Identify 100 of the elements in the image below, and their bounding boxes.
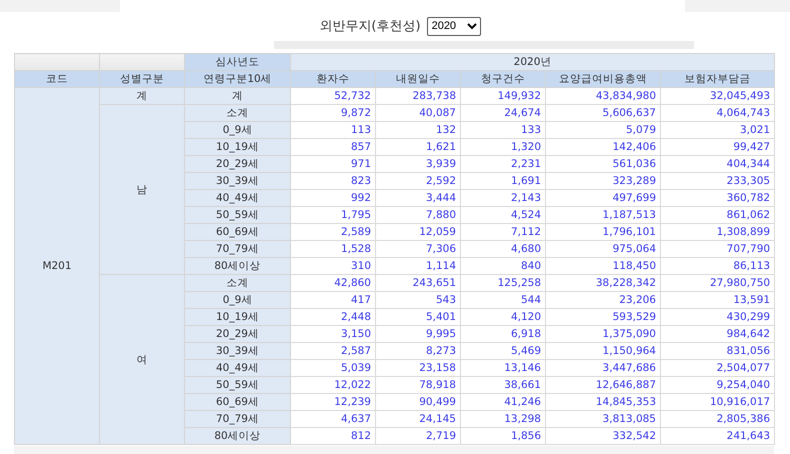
- table-cell: 142,406: [546, 138, 660, 156]
- table-cell: 283,738: [376, 88, 460, 104]
- table-cell: 23,158: [376, 360, 460, 376]
- table-cell: 543: [376, 292, 460, 308]
- table-cell: 5,079: [546, 122, 660, 138]
- table-cell: 1,150,964: [546, 342, 660, 360]
- table-cell: 861,062: [660, 206, 775, 224]
- table-cell: 430,299: [660, 308, 775, 326]
- table-cell: 13,298: [460, 410, 546, 428]
- table-cell: 1,856: [460, 428, 546, 444]
- table-cell: 1,320: [460, 138, 546, 156]
- table-cell: 7,306: [376, 240, 460, 258]
- page-title: 외반무지(후천성): [319, 18, 421, 35]
- column-header: 내원일수: [376, 70, 460, 88]
- table-cell: 6,918: [460, 326, 546, 342]
- table-cell: 38,661: [460, 376, 546, 394]
- table-cell: 3,444: [376, 190, 460, 206]
- table-cell: 2,589: [290, 224, 376, 240]
- table-cell: 2,592: [376, 172, 460, 190]
- table-cell: 5,039: [290, 360, 376, 376]
- sex-cell: 여: [100, 274, 184, 444]
- table-cell: 12,022: [290, 376, 376, 394]
- table-cell: 5,401: [376, 308, 460, 326]
- table-cell: 8,273: [376, 342, 460, 360]
- table-cell: 3,813,085: [546, 410, 660, 428]
- column-header: 심사년도: [184, 54, 290, 70]
- table-cell: 4,680: [460, 240, 546, 258]
- table-cell: 823: [290, 172, 376, 190]
- table-cell: 332,542: [546, 428, 660, 444]
- table-cell: 86,113: [660, 258, 775, 274]
- age-cell: 60_69세: [184, 394, 290, 410]
- code-cell: M201: [14, 88, 100, 444]
- table-cell: 113: [290, 122, 376, 138]
- table-cell: 12,059: [376, 224, 460, 240]
- table-cell: 24,674: [460, 104, 546, 122]
- table-cell: 2,143: [460, 190, 546, 206]
- age-cell: 20_29세: [184, 156, 290, 172]
- column-header: 보험자부담금: [660, 70, 775, 88]
- table-cell: 241,643: [660, 428, 775, 444]
- column-header: 2020년: [290, 54, 775, 70]
- table-cell: 4,524: [460, 206, 546, 224]
- table-cell: 404,344: [660, 156, 775, 172]
- table-cell: 2,719: [376, 428, 460, 444]
- table-cell: 4,637: [290, 410, 376, 428]
- table-cell: 323,289: [546, 172, 660, 190]
- table-cell: 2,231: [460, 156, 546, 172]
- table-cell: 812: [290, 428, 376, 444]
- table-cell: 593,529: [546, 308, 660, 326]
- age-cell: 60_69세: [184, 224, 290, 240]
- table-cell: 544: [460, 292, 546, 308]
- table-cell: 243,651: [376, 274, 460, 292]
- sex-cell: 계: [100, 88, 184, 104]
- age-cell: 소계: [184, 104, 290, 122]
- table-cell: 1,795: [290, 206, 376, 224]
- age-cell: 40_49세: [184, 190, 290, 206]
- column-header: 성별구분: [100, 70, 184, 88]
- age-cell: 30_39세: [184, 342, 290, 360]
- table-cell: 1,621: [376, 138, 460, 156]
- table-cell: 9,254,040: [660, 376, 775, 394]
- table-cell: 5,606,637: [546, 104, 660, 122]
- table-cell: 4,120: [460, 308, 546, 326]
- age-cell: 50_59세: [184, 206, 290, 224]
- table-cell: 27,980,750: [660, 274, 775, 292]
- table-cell: 975,064: [546, 240, 660, 258]
- age-cell: 0_9세: [184, 292, 290, 308]
- table-cell: 360,782: [660, 190, 775, 206]
- year-select[interactable]: 2020: [426, 16, 481, 36]
- table-cell: 5,469: [460, 342, 546, 360]
- age-cell: 10_19세: [184, 308, 290, 326]
- table-cell: 10,916,017: [660, 394, 775, 410]
- table-cell: 1,187,513: [546, 206, 660, 224]
- table-cell: 4,064,743: [660, 104, 775, 122]
- table-cell: 1,691: [460, 172, 546, 190]
- table-cell: 41,246: [460, 394, 546, 410]
- table-cell: 9,872: [290, 104, 376, 122]
- age-cell: 30_39세: [184, 172, 290, 190]
- table-cell: 24,145: [376, 410, 460, 428]
- table-cell: 310: [290, 258, 376, 274]
- table-cell: 2,805,386: [660, 410, 775, 428]
- age-cell: 0_9세: [184, 122, 290, 138]
- table-cell: 3,939: [376, 156, 460, 172]
- table-cell: 149,932: [460, 88, 546, 104]
- table-cell: 2,504,077: [660, 360, 775, 376]
- age-cell: 70_79세: [184, 240, 290, 258]
- table-cell: 7,880: [376, 206, 460, 224]
- table-cell: 118,450: [546, 258, 660, 274]
- table-cell: 13,591: [660, 292, 775, 308]
- table-cell: 52,732: [290, 88, 376, 104]
- table-cell: 2,448: [290, 308, 376, 326]
- table-cell: 417: [290, 292, 376, 308]
- column-header: 코드: [14, 70, 100, 88]
- age-cell: 70_79세: [184, 410, 290, 428]
- table-cell: 14,845,353: [546, 394, 660, 410]
- table-cell: 132: [376, 122, 460, 138]
- table-cell: 1,796,101: [546, 224, 660, 240]
- age-cell: 40_49세: [184, 360, 290, 376]
- table-cell: 971: [290, 156, 376, 172]
- age-cell: 50_59세: [184, 376, 290, 394]
- table-cell: 984,642: [660, 326, 775, 342]
- sex-cell: 남: [100, 104, 184, 274]
